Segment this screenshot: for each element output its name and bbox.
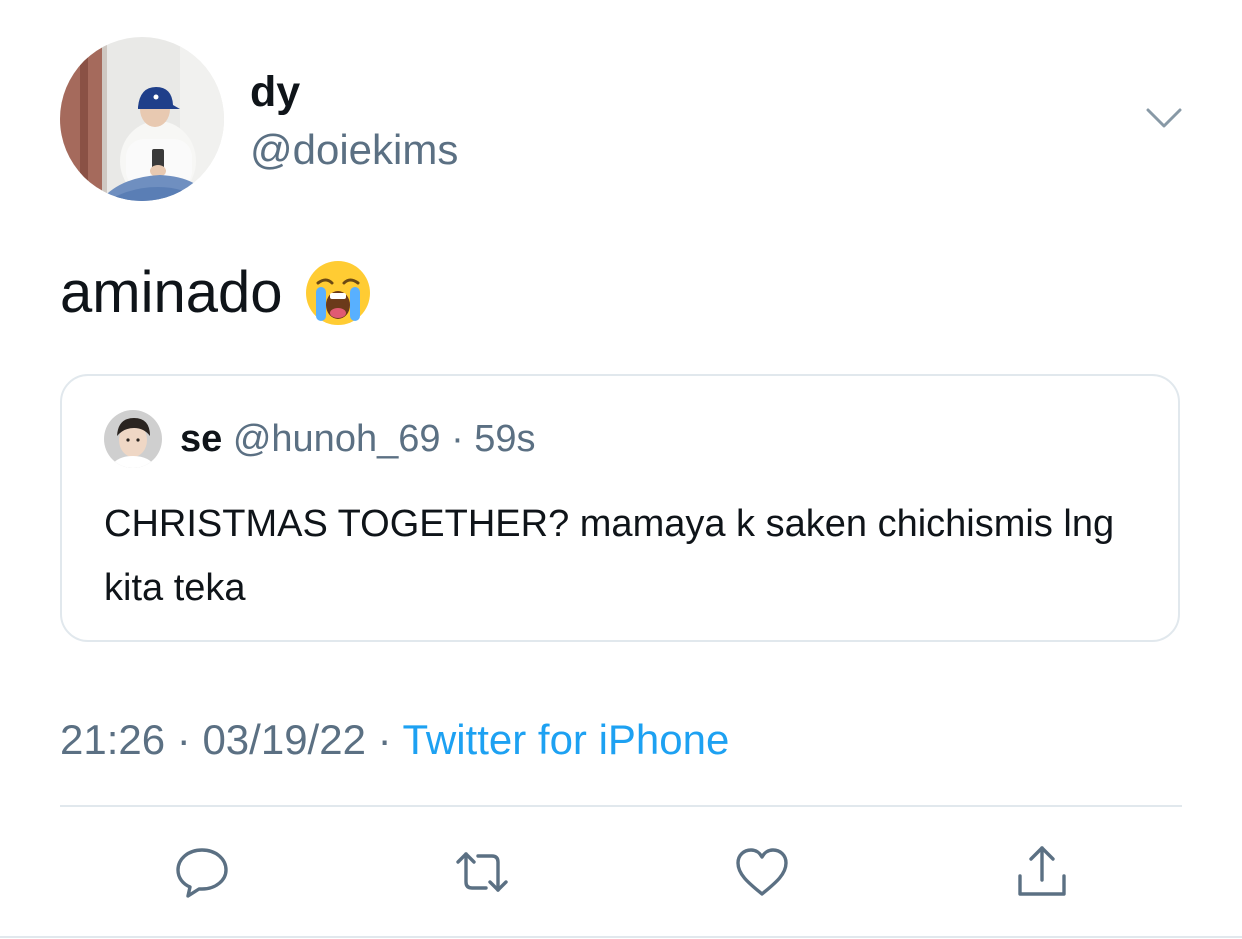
tweet-text: aminado bbox=[60, 258, 372, 328]
chevron-down-icon[interactable] bbox=[1142, 100, 1186, 136]
quoted-display-name[interactable]: se bbox=[180, 418, 222, 460]
quoted-tweet-header: se @hunoh_69 · 59s bbox=[180, 416, 536, 462]
tweet-time: 21:26 bbox=[60, 716, 166, 763]
quoted-separator: · bbox=[451, 418, 464, 460]
reply-icon[interactable] bbox=[172, 842, 232, 902]
quoted-avatar-image bbox=[104, 410, 162, 468]
quoted-tweet-text: CHRISTMAS TOGETHER? mamaya k saken chich… bbox=[104, 503, 1115, 609]
retweet-icon[interactable] bbox=[452, 842, 512, 902]
loudly-crying-face-icon bbox=[304, 259, 372, 327]
quoted-author-avatar[interactable] bbox=[104, 410, 162, 468]
author-avatar-image bbox=[60, 37, 224, 201]
quoted-timestamp: 59s bbox=[474, 418, 536, 460]
quoted-handle[interactable]: @hunoh_69 bbox=[233, 418, 441, 460]
heart-icon[interactable] bbox=[732, 842, 792, 902]
quoted-tweet-card[interactable]: se @hunoh_69 · 59s CHRISTMAS TOGETHER? m… bbox=[60, 374, 1180, 642]
tweet-metadata: 21:26 · 03/19/22 · Twitter for iPhone bbox=[60, 712, 729, 768]
meta-separator: · bbox=[377, 716, 392, 763]
author-display-name[interactable]: dy bbox=[250, 66, 300, 118]
bottom-divider bbox=[0, 936, 1242, 938]
share-icon[interactable] bbox=[1012, 842, 1072, 902]
tweet-date: 03/19/22 bbox=[202, 716, 366, 763]
tweet-text-content: aminado bbox=[60, 260, 283, 325]
meta-separator: · bbox=[176, 716, 191, 763]
author-handle[interactable]: @doiekims bbox=[250, 124, 458, 176]
tweet-source-link[interactable]: Twitter for iPhone bbox=[403, 716, 730, 763]
author-avatar[interactable] bbox=[60, 37, 224, 201]
divider bbox=[60, 805, 1182, 807]
